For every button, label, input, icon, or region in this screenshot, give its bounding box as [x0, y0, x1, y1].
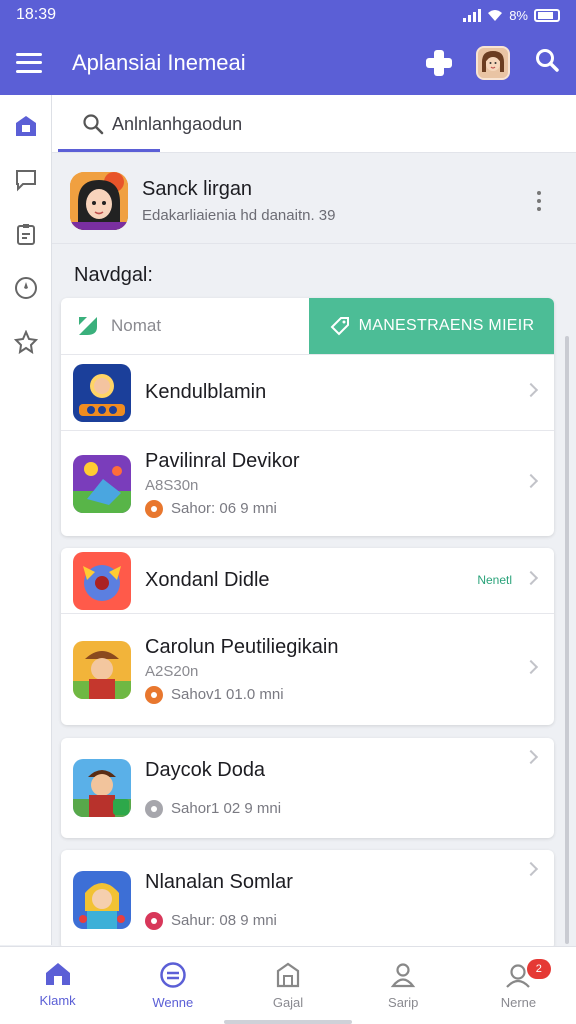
- tag-icon: [330, 317, 349, 336]
- list-item-meta-text: Sahor: 06 9 mni: [171, 500, 277, 517]
- list-item-title: Kendulblamin: [145, 381, 267, 403]
- home-indicator: [224, 1020, 352, 1024]
- nav-home[interactable]: Klamk: [0, 947, 115, 1024]
- list-item[interactable]: Daycok Doda Sahor1 02 9 mni: [61, 738, 554, 838]
- list-item-text: Carolun Peutiliegikain A2S20n Sahov1 01.…: [145, 636, 554, 704]
- status-icons: 8%: [463, 8, 560, 23]
- compass-icon: [160, 962, 186, 988]
- list-item-meta: Sahur: 08 9 mni: [145, 911, 554, 930]
- status-dot-icon: [145, 911, 163, 930]
- segment-manage[interactable]: MANESTRAENS MIEIR: [309, 298, 554, 354]
- profile-avatar-image: [70, 171, 128, 230]
- battery-icon: [534, 8, 560, 22]
- search-bar: Anlnlanhgaodun: [52, 95, 576, 153]
- nav-browse[interactable]: Wenne: [115, 947, 230, 1024]
- list-item[interactable]: Kendulblamin: [61, 355, 554, 431]
- nav-search-label: Sarip: [388, 995, 419, 1010]
- status-bar: 18:39 8%: [0, 0, 576, 30]
- rail-compass-icon[interactable]: [13, 275, 39, 301]
- search-icon: [83, 114, 104, 135]
- nav-home-label: Klamk: [39, 993, 76, 1008]
- app-icon: [73, 551, 131, 610]
- list-item-size: A8S30n: [145, 476, 199, 494]
- app-title: Aplansiai Inemeai: [72, 49, 246, 75]
- status-time: 18:39: [16, 6, 57, 23]
- list-card: Xondanl Didle Nenetl Carolun Peutiliegik…: [61, 548, 554, 725]
- list-item-title: Nlanalan Somlar: [145, 870, 293, 893]
- list-item-text: Daycok Doda Sahor1 02 9 mni: [145, 759, 554, 818]
- app-icon: [73, 759, 131, 817]
- more-options-icon[interactable]: [524, 190, 554, 211]
- list-item[interactable]: Carolun Peutiliegikain A2S20n Sahov1 01.…: [61, 614, 554, 725]
- profile-avatar: [70, 171, 128, 230]
- list-item-text: Nlanalan Somlar Sahur: 08 9 mni: [145, 871, 554, 930]
- avatar[interactable]: [476, 45, 510, 80]
- segment-normal-label: Nomat: [111, 316, 162, 335]
- list-item-meta: Sahov1 01.0 mni: [145, 685, 554, 704]
- rail-clipboard-icon[interactable]: [13, 221, 39, 247]
- nav-library-label: Gajal: [272, 995, 304, 1010]
- rail-home-icon[interactable]: [13, 113, 39, 139]
- rail-star-icon[interactable]: [13, 329, 39, 355]
- status-dot-icon: [145, 799, 163, 818]
- active-tab-indicator: [58, 149, 160, 152]
- profile-text: Sanck lirgan Edakarliaienia hd danaitn. …: [142, 178, 524, 224]
- avatar-image: [478, 47, 508, 78]
- segment-manage-label: MANESTRAENS MIEIR: [358, 317, 535, 334]
- list-item-text: Kendulblamin: [145, 381, 554, 404]
- list-item-title: Carolun Peutiliegikain: [145, 635, 339, 658]
- app-icon: [73, 871, 131, 929]
- notification-badge: 2: [526, 959, 551, 979]
- list-item-text: Pavilinral Devikor A8S30n Sahor: 06 9 mn…: [145, 450, 554, 518]
- side-rail: [0, 95, 52, 945]
- list-item[interactable]: Xondanl Didle Nenetl: [61, 548, 554, 614]
- app-icon: [73, 640, 131, 699]
- nav-browse-label: Wenne: [152, 995, 194, 1010]
- battery-percent: 8%: [509, 7, 528, 23]
- profile-header[interactable]: Sanck lirgan Edakarliaienia hd danaitn. …: [52, 158, 576, 244]
- nav-profile[interactable]: 2 Nerne: [461, 947, 576, 1024]
- list-item[interactable]: Nlanalan Somlar Sahur: 08 9 mni: [61, 850, 554, 950]
- list-item-meta: Sahor: 06 9 mni: [145, 499, 554, 518]
- list-item-badge: Nenetl: [477, 572, 512, 587]
- status-dot-icon: [145, 499, 163, 518]
- nav-profile-label: Nerne: [500, 995, 537, 1010]
- bag-icon: [276, 962, 300, 988]
- section-title: Navdgal:: [74, 264, 153, 286]
- list-item-meta-text: Sahov1 01.0 mni: [171, 686, 284, 703]
- search-tab[interactable]: Anlnlanhgaodun: [82, 113, 242, 135]
- app-icon: [73, 363, 131, 422]
- scrollbar[interactable]: [565, 336, 569, 944]
- profile-name: Sanck lirgan: [142, 177, 253, 200]
- home-icon: [45, 963, 70, 985]
- profile-subtitle: Edakarliaienia hd danaitn. 39: [142, 206, 336, 224]
- search-icon[interactable]: [534, 47, 560, 78]
- add-button[interactable]: [426, 49, 452, 76]
- list-card: Nomat MANESTRAENS MIEIR Kendulblamin Pav…: [61, 298, 554, 536]
- signal-icon: [463, 8, 482, 22]
- list-item-title: Pavilinral Devikor: [145, 449, 300, 472]
- list-item-meta-text: Sahur: 08 9 mni: [171, 912, 277, 929]
- list-card: Daycok Doda Sahor1 02 9 mni: [61, 738, 554, 838]
- app-icon: [73, 454, 131, 513]
- status-dot-icon: [145, 685, 163, 704]
- segmented-control: Nomat MANESTRAENS MIEIR: [61, 298, 554, 355]
- person-icon: [390, 963, 416, 988]
- list-card: Nlanalan Somlar Sahur: 08 9 mni: [61, 850, 554, 950]
- nav-search[interactable]: Sarip: [346, 947, 461, 1024]
- list-item[interactable]: Pavilinral Devikor A8S30n Sahor: 06 9 mn…: [61, 431, 554, 536]
- search-tab-label: Anlnlanhgaodun: [112, 113, 243, 134]
- menu-icon[interactable]: [16, 52, 42, 73]
- list-item-size: A2S20n: [145, 662, 199, 680]
- wifi-icon: [488, 9, 503, 21]
- rail-chat-icon[interactable]: [13, 167, 39, 193]
- list-item-title: Daycok Doda: [145, 758, 266, 781]
- nav-library[interactable]: Gajal: [230, 947, 345, 1024]
- leaf-icon: [79, 317, 97, 335]
- list-item-meta-text: Sahor1 02 9 mni: [171, 800, 282, 817]
- bottom-navigation: Klamk Wenne Gajal Sarip 2 Nerne: [0, 946, 576, 1024]
- list-item-meta: Sahor1 02 9 mni: [145, 799, 554, 818]
- segment-normal[interactable]: Nomat: [61, 298, 309, 354]
- app-bar: Aplansiai Inemeai: [0, 30, 576, 95]
